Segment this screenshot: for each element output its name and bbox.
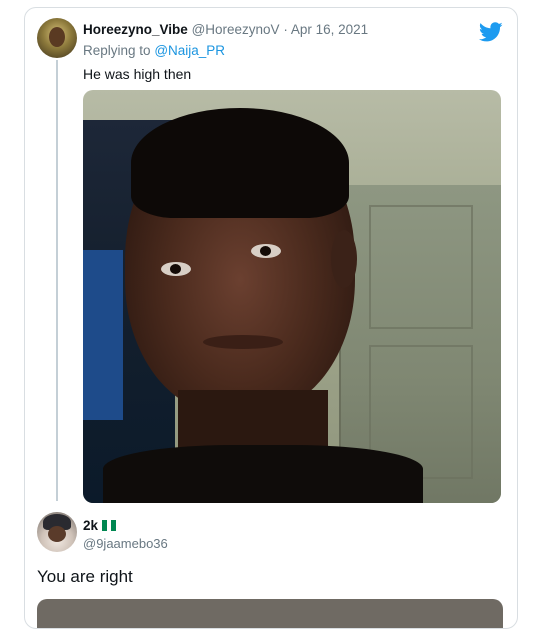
- separator-dot: ·: [283, 22, 288, 37]
- reply-display-name[interactable]: 2k: [83, 518, 98, 533]
- photo-person-hair: [131, 108, 349, 218]
- avatar[interactable]: [37, 18, 77, 58]
- reply-avatar[interactable]: [37, 512, 77, 552]
- user-handle[interactable]: @HoreezynoV: [192, 22, 280, 37]
- avatar-face: [48, 526, 66, 542]
- pupil: [260, 246, 271, 256]
- photo-person-ear: [331, 230, 357, 288]
- tweet-photo[interactable]: [83, 90, 501, 503]
- photo-blue-cloth: [83, 250, 123, 420]
- replying-to-line: Replying to @Naija_PR: [83, 43, 225, 58]
- photo-person-shirt: [103, 445, 423, 503]
- replying-to-prefix: Replying to: [83, 43, 151, 58]
- display-name[interactable]: Horeezyno_Vibe: [83, 22, 188, 37]
- reply-tweet-text: You are right: [37, 567, 133, 586]
- reply-user-handle[interactable]: @9jaamebo36: [83, 536, 168, 551]
- reply-photo-partial[interactable]: [37, 599, 503, 628]
- photo-person-mouth: [203, 335, 283, 349]
- twitter-bird-icon[interactable]: [479, 20, 503, 44]
- tweet-header: Horeezyno_Vibe @HoreezynoV · Apr 16, 202…: [83, 22, 368, 37]
- tweet-date[interactable]: Apr 16, 2021: [291, 22, 368, 37]
- reply-display-name-row[interactable]: 2k: [83, 518, 117, 533]
- photo-person-eye-left: [161, 262, 191, 276]
- avatar-face: [49, 27, 65, 47]
- photo-person-eye-right: [251, 244, 281, 258]
- pupil: [170, 264, 181, 274]
- tweet-text: He was high then: [83, 66, 192, 82]
- flag-stripe: [111, 520, 117, 531]
- thread-connector-line: [56, 60, 58, 501]
- nigeria-flag-icon: [102, 520, 117, 531]
- door-panel-top: [369, 205, 473, 329]
- replying-to-mention[interactable]: @Naija_PR: [154, 43, 225, 58]
- embedded-tweet-card: Horeezyno_Vibe @HoreezynoV · Apr 16, 202…: [24, 7, 518, 629]
